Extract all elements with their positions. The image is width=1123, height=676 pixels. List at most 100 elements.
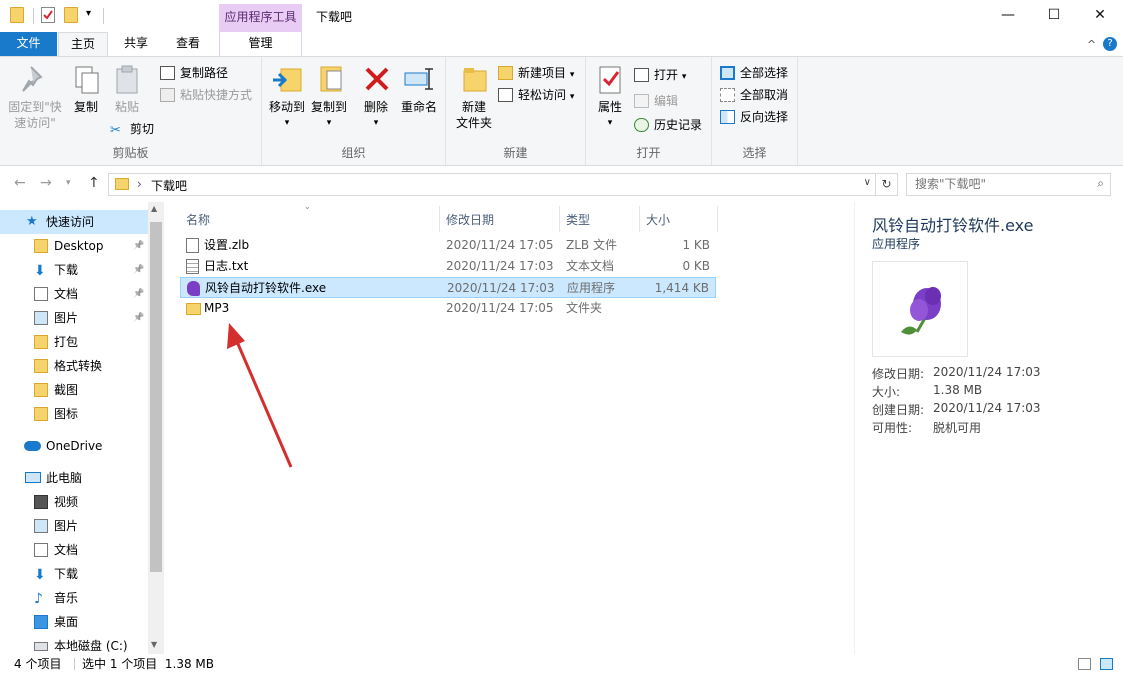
history-button[interactable]: 历史记录 [634, 115, 702, 135]
new-folder-button[interactable]: 新建 文件夹 [452, 63, 496, 131]
address-row: ← → ▾ ↑ › 下载吧 ∨ ↻ ⌕ [0, 166, 1123, 202]
sidebar-item[interactable]: ♪ 音乐 [0, 586, 148, 610]
sort-indicator-icon: ⌄ [304, 202, 311, 211]
new-folder-icon[interactable] [64, 7, 78, 23]
copy-path-label: 复制路径 [180, 66, 229, 80]
sidebar-item[interactable]: 视频 [0, 490, 148, 514]
paste-button[interactable]: 粘贴 [110, 63, 144, 115]
file-type: 文本文档 [566, 259, 615, 273]
close-button[interactable]: ✕ [1077, 0, 1123, 30]
paste-icon [111, 63, 143, 95]
tab-home[interactable]: 主页 [58, 32, 108, 56]
move-to-button[interactable]: 移动到 ▾ [267, 63, 307, 131]
back-arrow-icon[interactable]: ← [14, 175, 26, 191]
nav-scrollbar-thumb[interactable] [150, 222, 162, 572]
open-button[interactable]: 打开 ▾ [634, 65, 686, 85]
minimize-button[interactable]: — [985, 0, 1031, 30]
sidebar-item[interactable]: 打包 [0, 330, 148, 354]
select-all-button[interactable]: 全部选择 [720, 63, 788, 83]
collapse-ribbon-icon[interactable]: ^ [1087, 38, 1096, 51]
scroll-down-icon[interactable]: ▼ [151, 640, 157, 649]
column-header-name[interactable]: 名称 [186, 208, 210, 232]
column-header-type[interactable]: 类型 [566, 208, 590, 232]
sidebar-item[interactable]: 图片 📌 [0, 306, 148, 330]
pin-icon[interactable]: 📌 [133, 234, 144, 258]
sidebar-item[interactable]: Desktop 📌 [0, 234, 148, 258]
customize-toolbar-icon[interactable]: ▾ [86, 8, 91, 19]
folder-icon [34, 407, 48, 421]
cut-button[interactable]: ✂ 剪切 [110, 119, 154, 139]
table-row[interactable]: 风铃自动打铃软件.exe 2020/11/24 17:03 应用程序 1,414 KB [180, 277, 716, 298]
up-arrow-icon[interactable]: ↑ [88, 175, 100, 191]
sidebar-item[interactable]: ⬇ 下载 📌 [0, 258, 148, 282]
copy-to-button[interactable]: 复制到 ▾ [309, 63, 349, 131]
file-name: 设置.zlb [204, 238, 250, 252]
copy-path-button[interactable]: 复制路径 [160, 63, 228, 83]
maximize-button[interactable]: ☐ [1031, 0, 1077, 30]
search-input[interactable] [915, 177, 1085, 191]
easy-access-button[interactable]: 轻松访问 ▾ [498, 85, 574, 105]
breadcrumb[interactable]: 下载吧 [151, 177, 187, 194]
delete-button[interactable]: 删除 ▾ [361, 63, 391, 131]
scroll-up-icon[interactable]: ▲ [151, 204, 157, 213]
sidebar-item[interactable]: ⬇ 下载 [0, 562, 148, 586]
large-icons-view-icon[interactable] [1100, 658, 1113, 670]
tab-manage[interactable]: 管理 [219, 32, 302, 56]
details-view-icon[interactable] [1078, 658, 1091, 670]
properties-icon[interactable] [41, 7, 55, 23]
table-row[interactable]: 设置.zlb 2020/11/24 17:05 ZLB 文件 1 KB [180, 235, 716, 256]
new-item-icon [498, 66, 513, 80]
forward-arrow-icon[interactable]: → [40, 175, 52, 191]
pin-icon[interactable]: 📌 [133, 282, 144, 306]
pin-label-line1: 固定到"快 [8, 100, 62, 114]
pin-icon[interactable]: 📌 [133, 258, 144, 282]
new-folder-label-line2: 文件夹 [455, 116, 492, 130]
pin-icon[interactable]: 📌 [133, 306, 144, 330]
tab-file[interactable]: 文件 [0, 32, 57, 56]
pin-quick-access-button[interactable]: 固定到"快 速访问" [4, 63, 66, 131]
address-bar[interactable]: › 下载吧 ∨ [108, 173, 876, 196]
edit-button[interactable]: 编辑 [634, 91, 678, 111]
column-header-date[interactable]: 修改日期 [446, 208, 494, 232]
sidebar-item[interactable]: 文档 [0, 538, 148, 562]
copy-button[interactable]: 复制 [70, 63, 102, 115]
new-item-button[interactable]: 新建项目 ▾ [498, 63, 574, 83]
nav-onedrive[interactable]: OneDrive [0, 434, 148, 458]
sidebar-item[interactable]: 格式转换 [0, 354, 148, 378]
tab-share[interactable]: 共享 [113, 32, 159, 56]
search-icon[interactable]: ⌕ [1097, 176, 1104, 191]
sidebar-item[interactable]: 截图 [0, 378, 148, 402]
refresh-icon[interactable]: ↻ [876, 173, 898, 196]
sidebar-item-label: 文档 [54, 543, 79, 557]
sidebar-item[interactable]: 桌面 [0, 610, 148, 634]
nav-quick-access[interactable]: ★ 快速访问 [0, 210, 148, 234]
ribbon-tab-bar: 文件 主页 共享 查看 管理 ^ ? [0, 32, 1123, 56]
edit-icon [634, 94, 649, 108]
nav-this-pc[interactable]: 此电脑 [0, 466, 148, 490]
table-row[interactable]: 日志.txt 2020/11/24 17:03 文本文档 0 KB [180, 256, 716, 277]
rename-button[interactable]: 重命名 [399, 63, 439, 115]
sidebar-item[interactable]: 文档 📌 [0, 282, 148, 306]
invert-selection-button[interactable]: 反向选择 [720, 107, 788, 127]
sidebar-item-label: 桌面 [54, 615, 79, 629]
computer-icon [25, 472, 41, 483]
table-row[interactable]: MP3 2020/11/24 17:05 文件夹 [180, 298, 716, 319]
sidebar-item[interactable]: 图标 [0, 402, 148, 426]
file-list: ⌄ 名称 修改日期 类型 大小 设置.zlb 2020/11/24 17:05 ZL… [164, 202, 854, 654]
nav-scrollbar[interactable]: ▲ ▼ [148, 202, 164, 654]
app-icon [187, 281, 200, 296]
sidebar-item[interactable]: 图片 [0, 514, 148, 538]
select-none-button[interactable]: 全部取消 [720, 85, 788, 105]
recent-locations-icon[interactable]: ▾ [66, 178, 71, 188]
file-date: 2020/11/24 17:03 [446, 259, 554, 273]
column-header-size[interactable]: 大小 [646, 208, 670, 232]
document-icon [186, 238, 199, 253]
preview-file-kind: 应用程序 [872, 237, 921, 251]
address-dropdown-icon[interactable]: ∨ [864, 177, 871, 188]
new-group-label: 新建 [503, 146, 528, 160]
sidebar-item-label: 下载 [54, 263, 79, 277]
properties-button[interactable]: 属性 ▾ [592, 63, 628, 131]
paste-shortcut-button[interactable]: 粘贴快捷方式 [160, 85, 252, 105]
tab-view[interactable]: 查看 [165, 32, 211, 56]
help-icon[interactable]: ? [1103, 37, 1117, 51]
